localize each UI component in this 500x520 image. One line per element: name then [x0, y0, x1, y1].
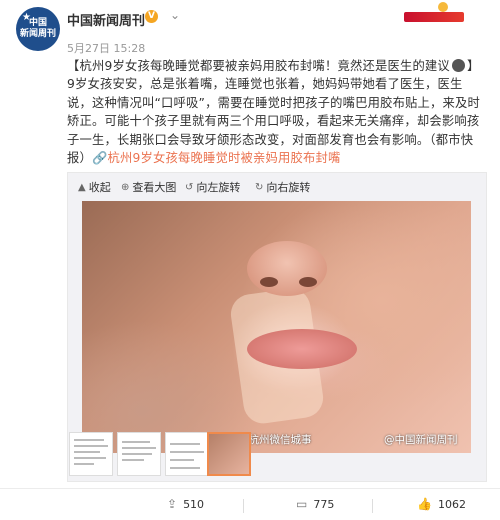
like-button[interactable]: 👍 1062: [417, 497, 466, 511]
comment-icon: ▭: [296, 497, 308, 511]
nostril-left: [260, 277, 278, 287]
star-icon: ★: [22, 12, 31, 23]
collapse-label: 收起: [88, 181, 111, 194]
post-title: 【杭州9岁女孩每晚睡觉都要被亲妈用胶布封嘴！竟然还是医生的建议: [67, 59, 450, 73]
comment-button[interactable]: ▭ 775: [296, 497, 334, 511]
nostril-right: [299, 277, 317, 287]
post-header: ★ 中国 新闻周刊 中国新闻周刊 V ⌄ 5月27日 15:28: [0, 0, 500, 58]
repost-button[interactable]: ⇪ 510: [167, 497, 204, 511]
rotate-right-button[interactable]: ↻ 向右旋转: [255, 179, 310, 195]
action-bar: ⇪ 510 ▭ 775 👍 1062: [0, 488, 500, 520]
watermark-right: @中国新闻周刊: [384, 434, 458, 446]
post-text: 【杭州9岁女孩每晚睡觉都要被亲妈用胶布封嘴！竟然还是医生的建议 】9岁女孩安安，总…: [67, 57, 485, 167]
topic-link[interactable]: 杭州9岁女孩每晚睡觉时被亲妈用胶布封嘴: [108, 151, 341, 165]
topic-link-icon: 🔗: [92, 151, 108, 166]
post-time[interactable]: 5月27日 15:28: [67, 40, 145, 56]
thumbnail-4-selected[interactable]: [207, 432, 251, 476]
avatar-text-top: 中国: [28, 18, 47, 28]
divider: [372, 499, 373, 513]
great-wall-banner-icon: [398, 0, 470, 26]
comment-count: 775: [313, 497, 335, 511]
view-large-label: 查看大图: [132, 181, 177, 194]
thumbnail-3[interactable]: [165, 432, 209, 476]
chevron-down-icon[interactable]: ⌄: [170, 8, 180, 22]
avatar[interactable]: ★ 中国 新闻周刊: [16, 7, 60, 51]
verified-badge-icon: V: [145, 10, 158, 23]
collapse-button[interactable]: ▲ 收起: [78, 179, 111, 195]
emoji-icon: [451, 59, 465, 72]
rotate-left-icon: ↺: [185, 181, 194, 193]
nose-shape: [247, 241, 327, 296]
account-name[interactable]: 中国新闻周刊: [67, 10, 145, 29]
rotate-right-icon: ↻: [255, 181, 264, 193]
like-count: 1062: [437, 497, 466, 511]
rotate-left-button[interactable]: ↺ 向左旋转: [185, 179, 240, 195]
repost-icon: ⇪: [167, 497, 178, 511]
zoom-icon: ⊕: [121, 181, 130, 193]
repost-count: 510: [183, 497, 205, 511]
thumbs-up-icon: 👍: [417, 497, 432, 511]
lips-shape: [247, 329, 357, 369]
rotate-left-label: 向左旋转: [196, 181, 241, 194]
post-photo[interactable]: @杭州微信城事 @中国新闻周刊: [82, 201, 471, 453]
thumbnail-1[interactable]: [69, 432, 113, 476]
avatar-text-bottom: 新闻周刊: [19, 29, 56, 39]
rotate-right-label: 向右旋转: [266, 181, 311, 194]
media-toolbar: ▲ 收起 ⊕ 查看大图 ↺ 向左旋转 ↻ 向右旋转: [68, 173, 486, 199]
collapse-icon: ▲: [78, 181, 86, 193]
divider: [243, 499, 244, 513]
view-large-button[interactable]: ⊕ 查看大图: [121, 179, 176, 195]
thumbnail-2[interactable]: [117, 432, 161, 476]
